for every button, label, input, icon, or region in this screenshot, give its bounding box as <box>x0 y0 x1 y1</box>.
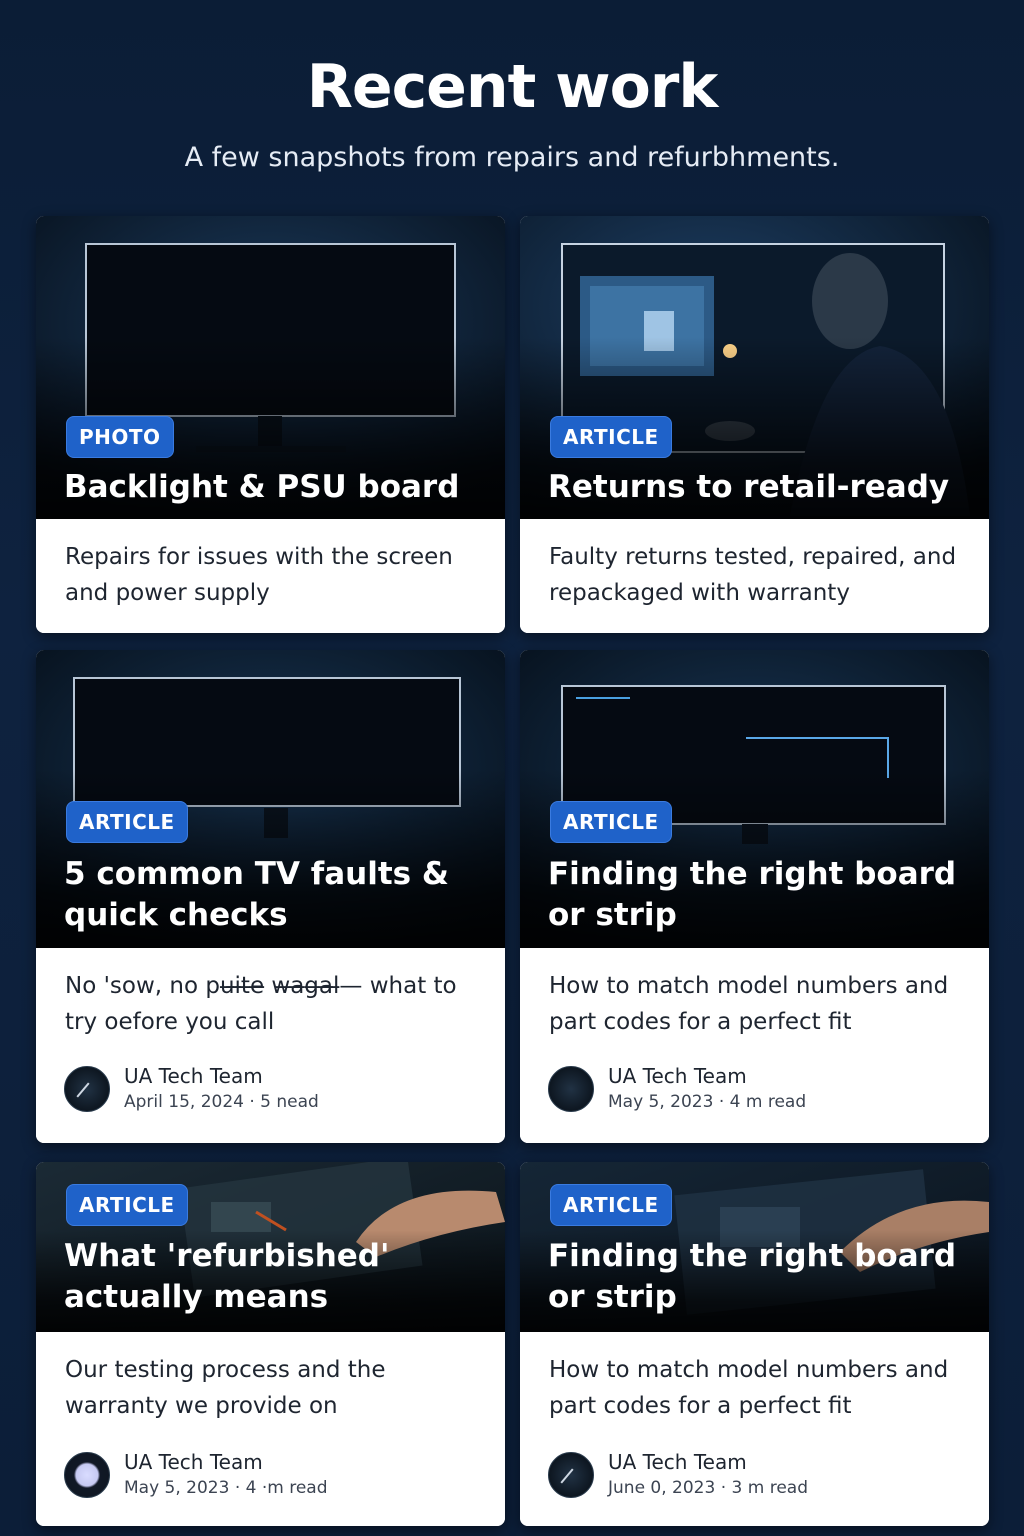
author-block[interactable]: UA Tech Team May 5, 2023 · 4 ·m read <box>64 1450 464 1500</box>
card-title: Backlight & PSU board <box>64 469 460 505</box>
card-title: Returns to retail-ready <box>548 469 950 505</box>
card-badge: ARTICLE <box>550 1184 672 1226</box>
work-card-board-strip[interactable]: ARTICLE Finding the right board or strip… <box>520 650 989 1143</box>
card-description: How to match model numbers and part code… <box>549 973 949 1035</box>
post-meta: May 5, 2023 · 4 ·m read <box>124 1478 328 1498</box>
work-card-backlight[interactable]: PHOTO Backlight & PSU board Repairs for … <box>36 216 505 633</box>
card-description: Repairs for issues with the screen and p… <box>65 544 453 606</box>
author-block[interactable]: UA Tech Team April 15, 2024 · 5 nead <box>64 1064 464 1114</box>
card-image: ARTICLE Finding the right board or strip <box>520 1162 989 1332</box>
author-avatar <box>64 1066 110 1112</box>
card-badge: PHOTO <box>66 416 174 458</box>
work-card-board-strip-2[interactable]: ARTICLE Finding the right board or strip… <box>520 1162 989 1526</box>
card-body: Our testing process and the warranty we … <box>36 1332 505 1526</box>
author-avatar <box>548 1066 594 1112</box>
card-title: 5 common TV faults & quick checks <box>64 856 449 933</box>
card-badge: ARTICLE <box>66 1184 188 1226</box>
work-card-returns[interactable]: ARTICLE Returns to retail-ready Faulty r… <box>520 216 989 633</box>
card-image: ARTICLE Returns to retail-ready <box>520 216 989 519</box>
author-block[interactable]: UA Tech Team May 5, 2023 · 4 m read <box>548 1064 948 1114</box>
card-body: How to match model numbers and part code… <box>520 1332 989 1526</box>
card-body: Faulty returns tested, repaired, and rep… <box>520 519 989 633</box>
card-badge: ARTICLE <box>550 416 672 458</box>
card-body: How to match model numbers and part code… <box>520 948 989 1143</box>
author-name: UA Tech Team <box>608 1450 747 1474</box>
card-title: What 'refurbished' actually means <box>64 1238 390 1315</box>
card-title: Finding the right board or strip <box>548 1238 957 1315</box>
card-badge: ARTICLE <box>550 801 672 843</box>
post-meta: June 0, 2023 · 3 m read <box>608 1478 808 1498</box>
card-image: PHOTO Backlight & PSU board <box>36 216 505 519</box>
post-meta: April 15, 2024 · 5 nead <box>124 1092 319 1112</box>
author-avatar <box>548 1452 594 1498</box>
author-name: UA Tech Team <box>124 1450 263 1474</box>
card-description: Faulty returns tested, repaired, and rep… <box>549 544 957 606</box>
author-name: UA Tech Team <box>124 1064 263 1088</box>
card-image: ARTICLE 5 common TV faults & quick check… <box>36 650 505 948</box>
work-card-refurbished[interactable]: ARTICLE What 'refurbished' actually mean… <box>36 1162 505 1526</box>
card-title: Finding the right board or strip <box>548 856 957 933</box>
card-body: Repairs for issues with the screen and p… <box>36 519 505 633</box>
author-block[interactable]: UA Tech Team June 0, 2023 · 3 m read <box>548 1450 948 1500</box>
card-image: ARTICLE What 'refurbished' actually mean… <box>36 1162 505 1332</box>
card-badge: ARTICLE <box>66 801 188 843</box>
author-avatar <box>64 1452 110 1498</box>
work-card-tv-faults[interactable]: ARTICLE 5 common TV faults & quick check… <box>36 650 505 1143</box>
author-name: UA Tech Team <box>608 1064 747 1088</box>
page-subtitle: A few snapshots from repairs and refurbh… <box>184 142 840 173</box>
card-image: ARTICLE Finding the right board or strip <box>520 650 989 948</box>
card-description: No 'sow, no pu̶i̶t̶e̶ w̶a̶g̶a̶l̶— what t… <box>65 973 457 1035</box>
card-description: How to match model numbers and part code… <box>549 1357 949 1419</box>
post-meta: May 5, 2023 · 4 m read <box>608 1092 807 1112</box>
card-body: No 'sow, no pu̶i̶t̶e̶ w̶a̶g̶a̶l̶— what t… <box>36 948 505 1143</box>
page-title: Recent work <box>306 52 719 122</box>
card-description: Our testing process and the warranty we … <box>65 1357 386 1419</box>
